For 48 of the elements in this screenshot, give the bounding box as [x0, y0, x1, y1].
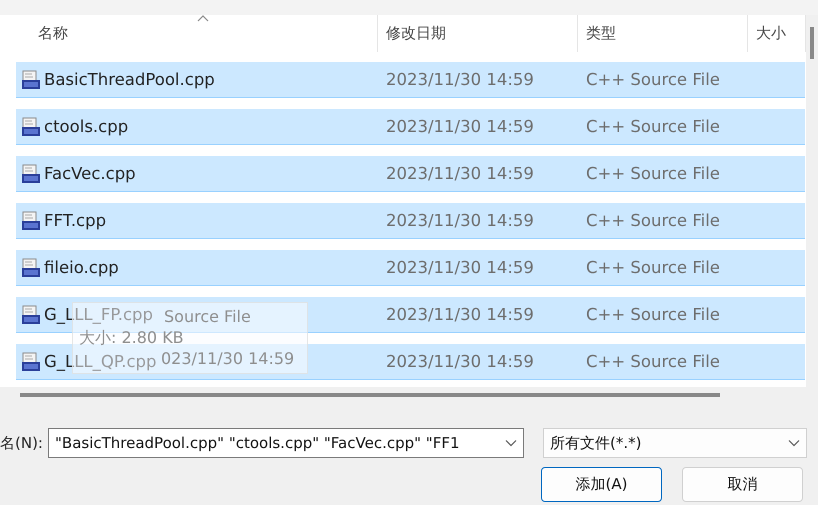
cpp-file-icon — [21, 116, 41, 136]
scrollbar-thumb[interactable] — [810, 27, 814, 59]
cpp-file-icon — [21, 352, 41, 372]
file-name: fileio.cpp — [44, 258, 119, 277]
file-type: C++ Source File — [585, 352, 721, 371]
cpp-file-icon — [21, 258, 41, 278]
file-name: FFT.cpp — [44, 211, 106, 230]
file-row[interactable]: ctools.cpp 2023/11/30 14:59 C++ Source File — [16, 109, 805, 145]
file-name: BasicThreadPool.cpp — [44, 70, 215, 89]
scrollbar-thumb[interactable] — [20, 393, 720, 397]
column-header[interactable]: 修改日期 — [378, 15, 578, 52]
file-name: G_LLL_QP.cpp — [44, 352, 156, 371]
file-name: ctools.cpp — [44, 117, 128, 136]
cpp-file-icon — [21, 164, 41, 184]
file-type: C++ Source File — [585, 211, 721, 230]
file-type-dropdown[interactable]: 所有文件(*.*) — [543, 428, 807, 458]
dropdown-chevron-icon[interactable] — [505, 439, 517, 447]
file-row[interactable]: FFT.cpp 2023/11/30 14:59 C++ Source File — [16, 203, 805, 239]
file-type: C++ Source File — [585, 258, 721, 277]
sort-caret-icon — [196, 15, 208, 22]
file-row[interactable]: FacVec.cpp 2023/11/30 14:59 C++ Source File — [16, 156, 805, 192]
column-header[interactable]: 类型 — [578, 15, 748, 52]
cancel-button[interactable]: 取消 — [682, 467, 803, 502]
file-name-field[interactable]: "BasicThreadPool.cpp" "ctools.cpp" "FacVec.cpp" "FF1 — [48, 428, 524, 458]
dropdown-chevron-icon[interactable] — [788, 439, 800, 447]
file-row[interactable]: fileio.cpp 2023/11/30 14:59 C++ Source File — [16, 250, 805, 286]
file-type: C++ Source File — [585, 305, 721, 324]
file-type: C++ Source File — [585, 117, 721, 136]
modified-date: 2023/11/30 14:59 — [385, 70, 535, 89]
modified-date: 2023/11/30 14:59 — [385, 305, 535, 324]
cpp-file-icon — [21, 70, 41, 90]
add-button[interactable]: 添加(A) — [541, 467, 662, 502]
file-row[interactable]: BasicThreadPool.cpp 2023/11/30 14:59 C++ Source File — [16, 62, 805, 98]
file-name: G_LLL_FP.cpp — [44, 305, 153, 324]
cpp-file-icon — [21, 210, 41, 230]
column-header[interactable]: 名称 — [16, 15, 378, 52]
modified-date: 2023/11/30 14:59 — [385, 117, 535, 136]
modified-date: 2023/11/30 14:59 — [385, 258, 535, 277]
file-name-label: 名(N): — [0, 434, 44, 452]
file-name: FacVec.cpp — [44, 164, 136, 183]
cpp-file-icon — [21, 304, 41, 324]
modified-date: 2023/11/30 14:59 — [385, 211, 535, 230]
file-type: C++ Source File — [585, 70, 721, 89]
tooltip-line: Source File — [164, 307, 251, 326]
modified-date: 2023/11/30 14:59 — [385, 352, 535, 371]
file-type: C++ Source File — [585, 164, 721, 183]
modified-date: 2023/11/30 14:59 — [385, 164, 535, 183]
tooltip-line: 023/11/30 14:59 — [161, 349, 294, 368]
